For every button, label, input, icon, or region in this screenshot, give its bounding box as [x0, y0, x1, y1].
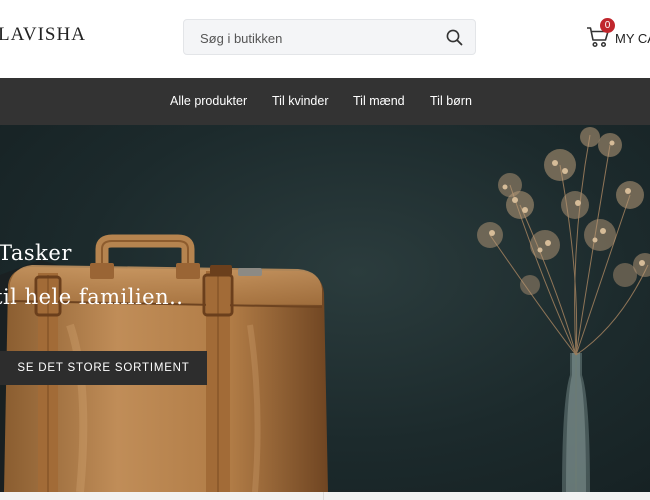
cart-label: MY CA	[615, 31, 650, 46]
content-strip	[0, 492, 650, 500]
search-icon[interactable]	[445, 28, 465, 48]
cart-button[interactable]: 0 MY CA	[586, 18, 650, 58]
strip-divider	[323, 492, 324, 500]
nav-item-til-maend[interactable]: Til mænd	[353, 94, 405, 108]
nav-item-til-kvinder[interactable]: Til kvinder	[272, 94, 329, 108]
search-input[interactable]	[198, 20, 442, 56]
main-nav: Alle produkter Til kvinder Til mænd Til …	[0, 78, 650, 125]
cart-count-badge: 0	[600, 18, 615, 33]
hero-subtitle: til hele familien..	[0, 285, 184, 309]
hero-title: Tasker	[0, 241, 72, 265]
nav-item-alle-produkter[interactable]: Alle produkter	[170, 94, 247, 108]
site-logo[interactable]: LAVISHA	[0, 24, 86, 46]
search-bar	[183, 19, 476, 56]
hero-banner: Tasker til hele familien.. SE DET STORE …	[0, 125, 650, 492]
shop-all-button[interactable]: SE DET STORE SORTIMENT	[0, 351, 207, 385]
site-header: LAVISHA 0 MY CA	[0, 0, 650, 78]
nav-item-til-boern[interactable]: Til børn	[430, 94, 472, 108]
